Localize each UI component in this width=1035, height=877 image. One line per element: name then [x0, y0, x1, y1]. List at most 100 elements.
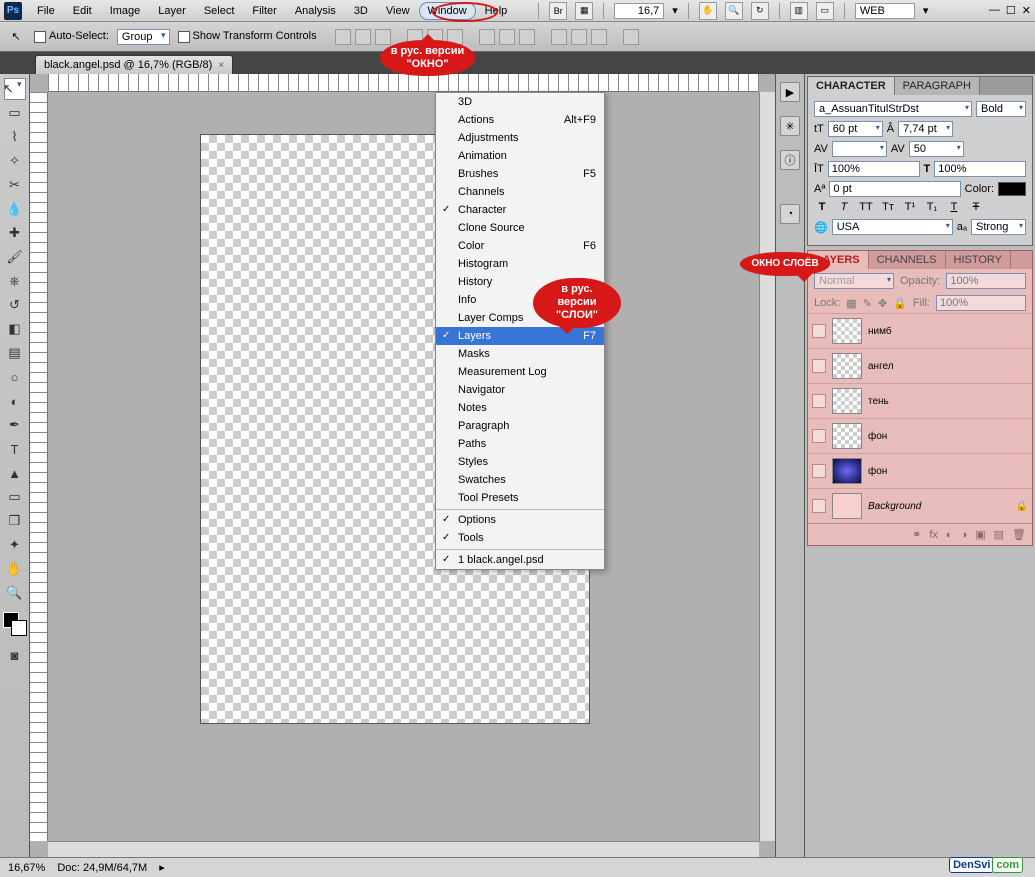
- menu-edit[interactable]: Edit: [64, 2, 101, 20]
- dist-icon[interactable]: [499, 29, 515, 45]
- superscript-icon[interactable]: T¹: [902, 201, 918, 213]
- autoalign-icon[interactable]: [623, 29, 639, 45]
- new-layer-icon[interactable]: ▤: [994, 528, 1004, 541]
- workspace-select[interactable]: WEB: [855, 3, 915, 19]
- gradient-tool[interactable]: ▤: [4, 342, 26, 364]
- minimize-icon[interactable]: —: [989, 4, 1000, 17]
- tab-channels[interactable]: CHANNELS: [869, 251, 946, 269]
- stamp-tool[interactable]: ⎈: [4, 270, 26, 292]
- wand-tool[interactable]: ✧: [4, 150, 26, 172]
- lock-all-icon[interactable]: 🔒: [893, 297, 907, 310]
- menu-item-notes[interactable]: Notes: [436, 399, 604, 417]
- menu-item-color[interactable]: ColorF6: [436, 237, 604, 255]
- hand-icon[interactable]: ✋: [699, 2, 717, 20]
- subscript-icon[interactable]: T₁: [924, 201, 940, 213]
- screen-icon[interactable]: ▭: [816, 2, 834, 20]
- italic-icon[interactable]: T: [836, 201, 852, 213]
- hscale[interactable]: 100%: [934, 161, 1026, 177]
- menu-item-tool-presets[interactable]: Tool Presets: [436, 489, 604, 507]
- layer-row[interactable]: фон: [808, 453, 1032, 488]
- text-color[interactable]: [998, 182, 1026, 196]
- zoom-icon[interactable]: 🔍: [725, 2, 743, 20]
- close-tab-icon[interactable]: ×: [218, 60, 224, 71]
- menu-help[interactable]: Help: [476, 2, 517, 20]
- kerning[interactable]: [832, 141, 887, 157]
- dist-icon[interactable]: [479, 29, 495, 45]
- menu-window[interactable]: Window: [419, 2, 476, 20]
- menu-item-swatches[interactable]: Swatches: [436, 471, 604, 489]
- scrollbar-horizontal[interactable]: [48, 841, 759, 857]
- layer-row[interactable]: ангел: [808, 348, 1032, 383]
- dodge-tool[interactable]: ◐: [4, 390, 26, 412]
- menu-item-paths[interactable]: Paths: [436, 435, 604, 453]
- menu-analysis[interactable]: Analysis: [286, 2, 345, 20]
- visibility-toggle[interactable]: [812, 324, 826, 338]
- blur-tool[interactable]: ○: [4, 366, 26, 388]
- visibility-toggle[interactable]: [812, 394, 826, 408]
- language-select[interactable]: USA: [832, 219, 953, 235]
- dist-icon[interactable]: [551, 29, 567, 45]
- align-icon[interactable]: [335, 29, 351, 45]
- lasso-tool[interactable]: ⌇: [4, 126, 26, 148]
- dist-icon[interactable]: [591, 29, 607, 45]
- 3d-tool[interactable]: ❒: [4, 510, 26, 532]
- menu-select[interactable]: Select: [195, 2, 244, 20]
- fx-icon[interactable]: fx: [929, 529, 938, 541]
- antialias-select[interactable]: Strong: [971, 219, 1026, 235]
- blend-mode[interactable]: Normal: [814, 273, 894, 289]
- color-swatches[interactable]: [3, 612, 27, 636]
- bridge-icon[interactable]: Br: [549, 2, 567, 20]
- zoom-status[interactable]: 16,67%: [8, 862, 45, 874]
- strike-icon[interactable]: Ŧ: [968, 201, 984, 213]
- menu-item-brushes[interactable]: BrushesF5: [436, 165, 604, 183]
- play-icon[interactable]: ▶: [780, 82, 800, 102]
- arrange-icon[interactable]: ▥: [790, 2, 808, 20]
- menu-item-clone-source[interactable]: Clone Source: [436, 219, 604, 237]
- visibility-toggle[interactable]: [812, 359, 826, 373]
- menu-item-tools[interactable]: ✓Tools: [436, 529, 604, 547]
- layer-row[interactable]: нимб: [808, 313, 1032, 348]
- font-select[interactable]: a_AssuanTitulStrDst: [814, 101, 972, 117]
- smallcaps-icon[interactable]: Tт: [880, 201, 896, 213]
- menu-item-channels[interactable]: Channels: [436, 183, 604, 201]
- dist-icon[interactable]: [571, 29, 587, 45]
- tab-character[interactable]: CHARACTER: [808, 77, 895, 95]
- tab-history[interactable]: HISTORY: [946, 251, 1012, 269]
- 3d-camera-tool[interactable]: ✦: [4, 534, 26, 556]
- menu-item-histogram[interactable]: Histogram: [436, 255, 604, 273]
- dist-icon[interactable]: [519, 29, 535, 45]
- baseline[interactable]: 0 pt: [829, 181, 960, 197]
- hand-tool[interactable]: ✋: [4, 558, 26, 580]
- history-brush-tool[interactable]: ↺: [4, 294, 26, 316]
- move-tool[interactable]: ↖: [4, 78, 26, 100]
- menu-item-character[interactable]: ✓Character: [436, 201, 604, 219]
- menu-item-adjustments[interactable]: Adjustments: [436, 129, 604, 147]
- leading[interactable]: 7,74 pt: [898, 121, 953, 137]
- visibility-toggle[interactable]: [812, 429, 826, 443]
- quickmask-tool[interactable]: ◙: [4, 644, 26, 666]
- menu-item-layers[interactable]: ✓LayersF7: [436, 327, 604, 345]
- menu-item-navigator[interactable]: Navigator: [436, 381, 604, 399]
- allcaps-icon[interactable]: TT: [858, 201, 874, 213]
- delete-icon[interactable]: 🗑: [1012, 528, 1026, 541]
- helm-icon[interactable]: ✳: [780, 116, 800, 136]
- brush-tool[interactable]: 🖌: [4, 246, 26, 268]
- vscale[interactable]: 100%: [828, 161, 920, 177]
- autoselect-group-select[interactable]: Group: [117, 29, 170, 45]
- menu-file[interactable]: File: [28, 2, 64, 20]
- menu-filter[interactable]: Filter: [243, 2, 285, 20]
- font-size[interactable]: 60 pt: [828, 121, 883, 137]
- menu-item-measurement-log[interactable]: Measurement Log: [436, 363, 604, 381]
- visibility-toggle[interactable]: [812, 464, 826, 478]
- close-icon[interactable]: ✕: [1022, 4, 1031, 17]
- eraser-tool[interactable]: ◧: [4, 318, 26, 340]
- autoselect-checkbox[interactable]: [34, 31, 46, 43]
- path-select-tool[interactable]: ▲: [4, 462, 26, 484]
- lock-move-icon[interactable]: ✥: [878, 297, 887, 310]
- adjustment-icon[interactable]: ◑: [961, 529, 968, 541]
- group-icon[interactable]: ▣: [975, 528, 985, 541]
- maximize-icon[interactable]: ☐: [1006, 4, 1016, 17]
- screenmode-icon[interactable]: ▦: [575, 2, 593, 20]
- bold-icon[interactable]: T: [814, 201, 830, 213]
- eyedropper-tool[interactable]: 💧: [4, 198, 26, 220]
